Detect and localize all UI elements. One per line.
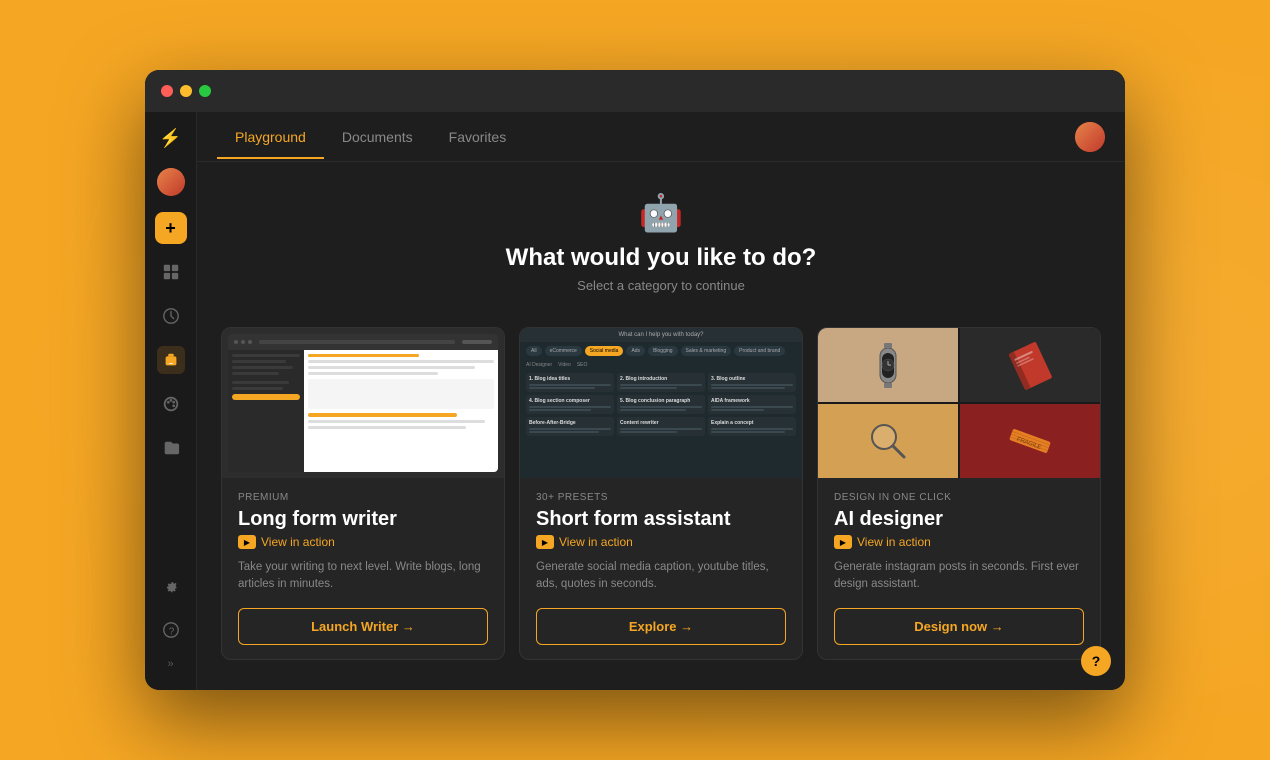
sf-item-9: Explain a concept [708,417,796,436]
hero-icon: 🤖 [221,192,1101,234]
title-bar [145,70,1125,112]
sf-item-4: 4. Blog section composer [526,395,614,414]
sidebar-bottom: ? » [157,574,185,680]
sf-chip-product: Product and brand [734,346,785,356]
top-bar: Playground Documents Favorites [197,112,1125,162]
card-view-action-writer[interactable]: ▶ View in action [238,535,488,549]
hero-section: 🤖 What would you like to do? Select a ca… [221,182,1101,313]
sidebar-collapse-button[interactable]: » [167,658,173,670]
sf-item-6: AIDA framework [708,395,796,414]
video-icon-writer: ▶ [238,535,256,549]
video-icon-sf: ▶ [536,535,554,549]
card-preview-writer [222,328,504,478]
card-body-writer: Premium Long form writer ▶ View in actio… [222,478,504,659]
sidebar-item-dashboard[interactable] [157,258,185,286]
cards-grid: Premium Long form writer ▶ View in actio… [221,327,1101,660]
avatar-face [157,168,185,196]
video-icon-designer: ▶ [834,535,852,549]
card-preview-designer: FRAGILE [818,328,1100,478]
sf-chip-social: Social media [585,346,624,356]
maximize-button[interactable] [199,85,211,97]
tab-playground[interactable]: Playground [217,115,324,159]
designer-cell-book [960,328,1100,402]
card-tag-sf: 30+ PRESETS [536,492,786,503]
sf-item-5: 5. Blog conclusion paragraph [617,395,705,414]
sidebar: ⚡ + [145,112,197,690]
app-layout: ⚡ + [145,112,1125,690]
app-logo[interactable]: ⚡ [155,122,187,154]
launch-writer-button[interactable]: Launch Writer → [238,608,488,645]
card-preview-sf: What can I help you with today? All eCom… [520,328,802,478]
help-float-button[interactable]: ? [1081,646,1111,676]
traffic-lights [161,85,211,97]
view-text-designer[interactable]: View in action [857,535,931,549]
card-title-writer: Long form writer [238,507,488,531]
card-body-designer: Design in one click AI designer ▶ View i… [818,478,1100,659]
sf-chip-sales: Sales & marketing [681,346,732,356]
sf-item-7: Before-After-Bridge [526,417,614,436]
sf-chip-ads: Ads [626,346,645,356]
view-text-sf[interactable]: View in action [559,535,633,549]
main-content: 🤖 What would you like to do? Select a ca… [197,162,1125,690]
card-title-designer: AI designer [834,507,1084,531]
sf-chip-ecommerce: eCommerce [545,346,582,356]
tab-favorites[interactable]: Favorites [431,115,525,159]
tab-documents[interactable]: Documents [324,115,431,159]
hero-subtitle: Select a category to continue [221,278,1101,293]
card-desc-writer: Take your writing to next level. Write b… [238,559,488,594]
sf-item-2: 2. Blog introduction [617,373,705,392]
sidebar-user-avatar[interactable] [157,168,185,196]
designer-cell-magnify [818,404,958,478]
minimize-button[interactable] [180,85,192,97]
card-ai-designer: FRAGILE Design in one click AI designer [817,327,1101,660]
designer-grid: FRAGILE [818,328,1100,478]
sf-item-3: 3. Blog outline [708,373,796,392]
app-window: ⚡ + [145,70,1125,690]
sf-chip-blog: Blogging [648,346,677,356]
sf-items: 1. Blog idea titles 2. Blog introduction [520,370,802,439]
card-tag-writer: Premium [238,492,488,503]
content-area: Playground Documents Favorites 🤖 What wo… [197,112,1125,690]
sf-item-1: 1. Blog idea titles [526,373,614,392]
designer-cell-watch [818,328,958,402]
card-title-sf: Short form assistant [536,507,786,531]
sf-chip-all: All [526,346,542,356]
top-bar-avatar[interactable] [1075,122,1105,152]
card-desc-sf: Generate social media caption, youtube t… [536,559,786,594]
sidebar-item-settings[interactable] [157,574,185,602]
sidebar-item-ai-tools[interactable] [157,346,185,374]
card-desc-designer: Generate instagram posts in seconds. Fir… [834,559,1084,594]
sidebar-item-palette[interactable] [157,390,185,418]
sidebar-item-history[interactable] [157,302,185,330]
sidebar-item-help[interactable]: ? [157,616,185,644]
design-now-button[interactable]: Design now → [834,608,1084,645]
designer-cell-tape: FRAGILE [960,404,1100,478]
sidebar-nav [157,258,185,574]
sidebar-item-files[interactable] [157,434,185,462]
top-avatar-face [1075,122,1105,152]
add-new-button[interactable]: + [155,212,187,244]
sf-chips: All eCommerce Social media Ads Blogging … [520,342,802,360]
svg-text:?: ? [168,627,174,638]
card-body-sf: 30+ PRESETS Short form assistant ▶ View … [520,478,802,659]
sf-header: What can I help you with today? [520,328,802,342]
card-view-action-sf[interactable]: ▶ View in action [536,535,786,549]
card-short-form: What can I help you with today? All eCom… [519,327,803,660]
card-view-action-designer[interactable]: ▶ View in action [834,535,1084,549]
explore-button[interactable]: Explore → [536,608,786,645]
view-text-writer[interactable]: View in action [261,535,335,549]
close-button[interactable] [161,85,173,97]
card-long-form-writer: Premium Long form writer ▶ View in actio… [221,327,505,660]
hero-title: What would you like to do? [221,244,1101,272]
nav-tabs: Playground Documents Favorites [217,115,524,159]
sf-item-8: Content rewriter [617,417,705,436]
card-tag-designer: Design in one click [834,492,1084,503]
